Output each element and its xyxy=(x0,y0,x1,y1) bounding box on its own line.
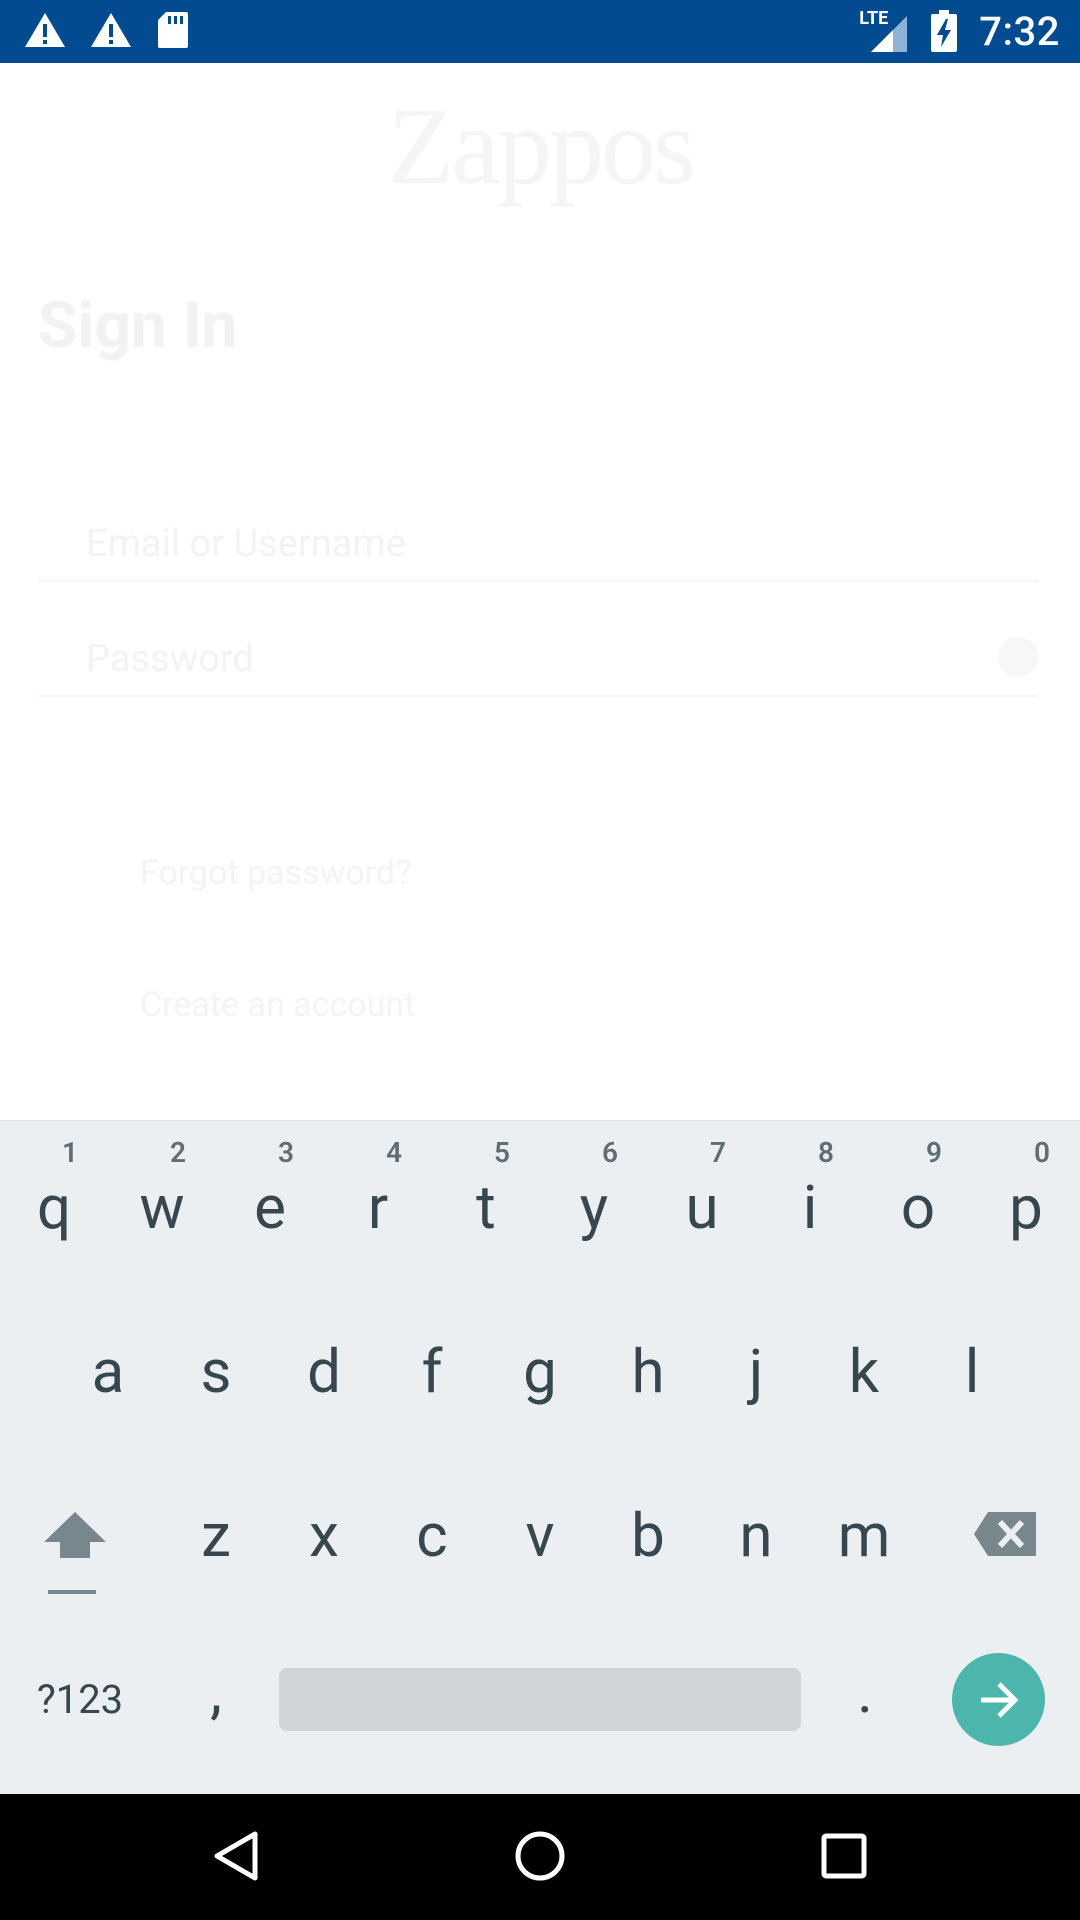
key-p[interactable]: p0 xyxy=(986,1136,1066,1243)
page-title: Sign In xyxy=(38,288,238,363)
key-label: e xyxy=(254,1172,286,1243)
key-z[interactable]: z xyxy=(176,1506,256,1566)
key-label: n xyxy=(739,1500,773,1571)
key-label: w xyxy=(139,1172,185,1243)
key-label: k xyxy=(848,1336,880,1407)
key-hint: 8 xyxy=(818,1136,834,1169)
key-label: a xyxy=(91,1336,125,1407)
key-n[interactable]: n xyxy=(716,1506,796,1566)
key-label: h xyxy=(631,1336,665,1407)
navigation-bar xyxy=(0,1794,1080,1920)
key-g[interactable]: g xyxy=(500,1342,580,1402)
warning-icon xyxy=(25,13,65,47)
key-t[interactable]: t5 xyxy=(446,1136,526,1243)
key-h[interactable]: h xyxy=(608,1342,688,1402)
key-c[interactable]: c xyxy=(392,1506,472,1566)
key-label: o xyxy=(900,1172,936,1243)
battery-charging-icon xyxy=(931,10,958,52)
key-i[interactable]: i8 xyxy=(770,1136,850,1243)
password-field[interactable]: Password xyxy=(38,623,1038,697)
period-key-label: . xyxy=(857,1656,873,1727)
show-password-icon[interactable] xyxy=(998,637,1038,677)
key-label: s xyxy=(200,1336,232,1407)
status-bar: LTE 7:32 xyxy=(0,0,1080,63)
key-hint: 2 xyxy=(170,1136,186,1169)
key-label: t xyxy=(476,1172,496,1243)
key-label: m xyxy=(837,1500,891,1571)
create-account-link[interactable]: Create an account xyxy=(140,985,415,1025)
shift-icon xyxy=(44,1512,106,1594)
key-x[interactable]: x xyxy=(284,1506,364,1566)
key-label: l xyxy=(964,1336,980,1407)
key-w[interactable]: w2 xyxy=(122,1136,202,1243)
email-field[interactable]: Email or Username xyxy=(38,508,1038,582)
sign-in-screen: Zappos Sign In Email or Username Passwor… xyxy=(0,63,1080,1120)
comma-key[interactable]: , xyxy=(196,1662,236,1722)
key-label: v xyxy=(525,1500,555,1571)
key-s[interactable]: s xyxy=(176,1342,256,1402)
key-label: b xyxy=(631,1500,665,1571)
key-q[interactable]: q1 xyxy=(14,1136,94,1243)
clock: 7:32 xyxy=(979,7,1060,55)
key-hint: 6 xyxy=(602,1136,618,1169)
symbols-key[interactable]: ?123 xyxy=(30,1676,130,1723)
key-f[interactable]: f xyxy=(392,1342,472,1402)
key-a[interactable]: a xyxy=(68,1342,148,1402)
key-b[interactable]: b xyxy=(608,1506,688,1566)
key-y[interactable]: y6 xyxy=(554,1136,634,1243)
key-label: d xyxy=(307,1336,341,1407)
key-v[interactable]: v xyxy=(500,1506,580,1566)
key-label: f xyxy=(421,1336,443,1407)
key-label: r xyxy=(367,1172,389,1243)
key-hint: 4 xyxy=(386,1136,402,1169)
key-hint: 7 xyxy=(710,1136,726,1169)
key-label: u xyxy=(685,1172,719,1243)
key-hint: 1 xyxy=(62,1136,78,1169)
backspace-icon xyxy=(974,1512,1036,1556)
space-bar[interactable] xyxy=(279,1668,801,1731)
key-l[interactable]: l xyxy=(932,1342,1012,1402)
key-label: x xyxy=(309,1500,339,1571)
key-label: g xyxy=(523,1336,557,1407)
key-u[interactable]: u7 xyxy=(662,1136,742,1243)
go-button[interactable] xyxy=(952,1653,1045,1746)
key-label: z xyxy=(201,1500,231,1571)
key-hint: 5 xyxy=(494,1136,510,1169)
lte-signal-icon: LTE xyxy=(859,6,909,56)
key-j[interactable]: j xyxy=(716,1342,796,1402)
symbols-key-label: ?123 xyxy=(36,1676,124,1723)
forgot-password-link[interactable]: Forgot password? xyxy=(140,853,411,893)
key-label: c xyxy=(416,1500,448,1571)
email-field-label: Email or Username xyxy=(86,522,406,566)
key-k[interactable]: k xyxy=(824,1342,904,1402)
arrow-right-icon xyxy=(980,1681,1019,1718)
warning-icon xyxy=(91,13,131,47)
recents-icon[interactable] xyxy=(820,1832,868,1880)
password-field-label: Password xyxy=(86,637,254,681)
key-hint: 9 xyxy=(926,1136,942,1169)
notification-icons xyxy=(24,10,190,50)
period-key[interactable]: . xyxy=(845,1662,885,1722)
shift-key[interactable] xyxy=(40,1508,110,1598)
backspace-key[interactable] xyxy=(970,1510,1040,1560)
comma-key-label: , xyxy=(210,1656,222,1727)
key-o[interactable]: o9 xyxy=(878,1136,958,1243)
key-label: j xyxy=(748,1336,764,1407)
key-label: q xyxy=(36,1172,72,1243)
key-d[interactable]: d xyxy=(284,1342,364,1402)
key-label: p xyxy=(1009,1172,1043,1243)
sd-card-icon xyxy=(158,12,188,48)
key-hint: 0 xyxy=(1034,1136,1050,1169)
key-label: i xyxy=(802,1172,818,1243)
key-hint: 3 xyxy=(278,1136,294,1169)
key-r[interactable]: r4 xyxy=(338,1136,418,1243)
key-m[interactable]: m xyxy=(824,1506,904,1566)
key-e[interactable]: e3 xyxy=(230,1136,310,1243)
key-label: y xyxy=(579,1172,609,1243)
home-icon[interactable] xyxy=(514,1830,566,1882)
back-icon[interactable] xyxy=(213,1830,259,1882)
brand-logo: Zappos xyxy=(387,85,696,207)
